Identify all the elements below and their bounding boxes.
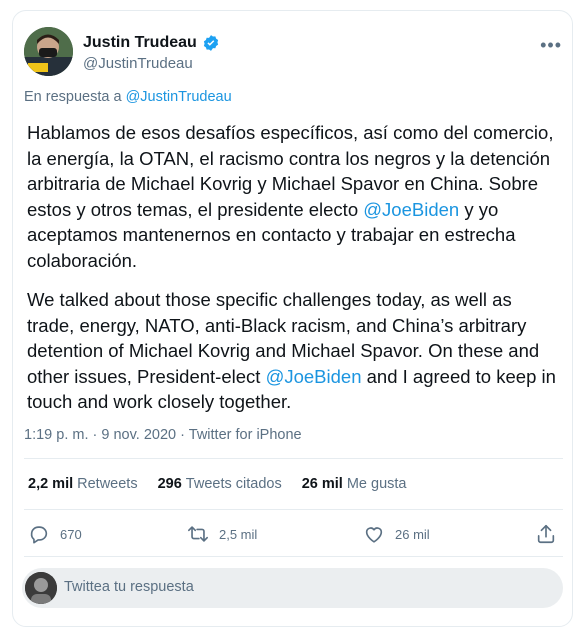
share-button[interactable] xyxy=(535,523,557,545)
divider xyxy=(24,458,563,459)
retweets-label: Retweets xyxy=(77,476,138,492)
tweet-text-english: We talked about those specific challenge… xyxy=(27,287,562,415)
reply-context-mention[interactable]: @JustinTrudeau xyxy=(126,89,232,105)
likes-stat[interactable]: 26 mil Me gusta xyxy=(302,476,407,492)
tweet-source[interactable]: Twitter for iPhone xyxy=(189,427,302,443)
reply-compose-box[interactable]: Twittea tu respuesta xyxy=(22,568,563,608)
engagement-stats: 2,2 mil Retweets 296 Tweets citados 26 mil… xyxy=(28,476,426,492)
tweet-card: Justin Trudeau @JustinTrudeau ••• En res… xyxy=(12,10,573,627)
more-horizontal-icon[interactable]: ••• xyxy=(540,35,562,56)
meta-separator: · xyxy=(180,427,185,443)
current-user-avatar xyxy=(25,572,57,604)
tweet-date[interactable]: 9 nov. 2020 xyxy=(101,427,176,443)
author-handle[interactable]: @JustinTrudeau xyxy=(83,55,193,72)
reply-context-prefix: En respuesta a xyxy=(24,89,122,105)
heart-icon xyxy=(365,527,383,543)
author-name[interactable]: Justin Trudeau xyxy=(83,34,197,52)
retweet-count: 2,5 mil xyxy=(219,526,258,542)
reply-input-placeholder[interactable]: Twittea tu respuesta xyxy=(64,579,194,595)
share-icon xyxy=(537,524,555,544)
quotes-label: Tweets citados xyxy=(185,476,282,492)
tweet-text-spanish: Hablamos de esos desafíos específicos, a… xyxy=(27,120,562,273)
meta-separator: · xyxy=(92,427,98,443)
like-count: 26 mil xyxy=(395,526,430,542)
reply-context: En respuesta a @JustinTrudeau xyxy=(24,89,232,105)
quotes-stat[interactable]: 296 Tweets citados xyxy=(158,476,282,492)
retweet-button[interactable]: 2,5 mil xyxy=(187,523,257,545)
reply-count: 670 xyxy=(60,526,82,542)
mention-link[interactable]: @JoeBiden xyxy=(363,199,459,220)
like-button[interactable]: 26 mil xyxy=(363,523,430,545)
divider xyxy=(24,509,563,510)
likes-label: Me gusta xyxy=(346,476,407,492)
likes-count: 26 mil xyxy=(301,476,343,492)
retweets-stat[interactable]: 2,2 mil Retweets xyxy=(28,476,138,492)
mention-link[interactable]: @JoeBiden xyxy=(266,366,362,387)
retweet-icon xyxy=(188,526,208,542)
tweet-time[interactable]: 1:19 p. m. xyxy=(24,427,88,443)
tweet-meta: 1:19 p. m. · 9 nov. 2020 · Twitter for i… xyxy=(24,427,302,443)
quotes-count: 296 xyxy=(157,476,182,492)
reply-bubble-icon xyxy=(30,526,48,544)
author-avatar[interactable] xyxy=(24,27,73,76)
verified-badge-icon xyxy=(203,35,218,51)
reply-button[interactable]: 670 xyxy=(28,523,82,545)
retweets-count: 2,2 mil xyxy=(28,476,74,492)
divider xyxy=(24,556,563,557)
